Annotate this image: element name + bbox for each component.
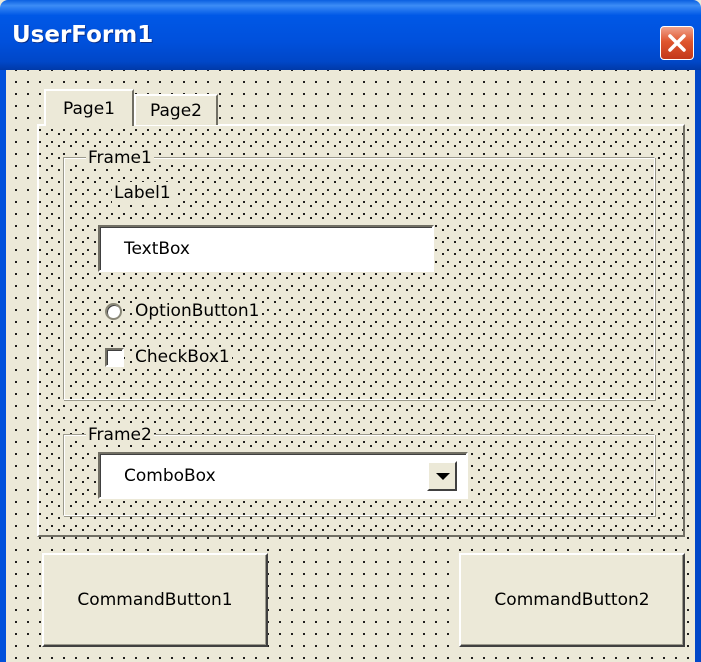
tab-page1[interactable]: Page1 <box>44 89 134 126</box>
combo-box-dropdown-button[interactable] <box>427 461 457 491</box>
frame1-caption: Frame1 <box>86 148 154 168</box>
window-title: UserForm1 <box>12 22 154 48</box>
title-bar[interactable]: UserForm1 <box>0 0 701 70</box>
frame2-caption: Frame2 <box>86 425 154 445</box>
checkbox1-label: CheckBox1 <box>133 347 232 367</box>
checkbox1[interactable]: CheckBox1 <box>103 347 303 371</box>
close-icon <box>668 34 686 52</box>
radio-circle-icon <box>105 303 122 320</box>
option-button1[interactable]: OptionButton1 <box>103 301 303 323</box>
combo-box[interactable]: ComboBox <box>98 452 468 499</box>
text-box-value: TextBox <box>124 239 190 259</box>
option-button1-label: OptionButton1 <box>133 301 262 321</box>
checkbox-box-icon <box>105 348 124 367</box>
close-button[interactable] <box>660 26 694 60</box>
tab-page2[interactable]: Page2 <box>134 94 218 125</box>
command-button2[interactable]: CommandButton2 <box>459 553 685 647</box>
combo-box-value: ComboBox <box>124 466 216 486</box>
text-box[interactable]: TextBox <box>98 225 434 272</box>
window-border-right <box>695 70 701 662</box>
command-button1[interactable]: CommandButton1 <box>42 553 268 647</box>
chevron-down-icon <box>436 473 450 480</box>
label1: Label1 <box>112 182 173 204</box>
